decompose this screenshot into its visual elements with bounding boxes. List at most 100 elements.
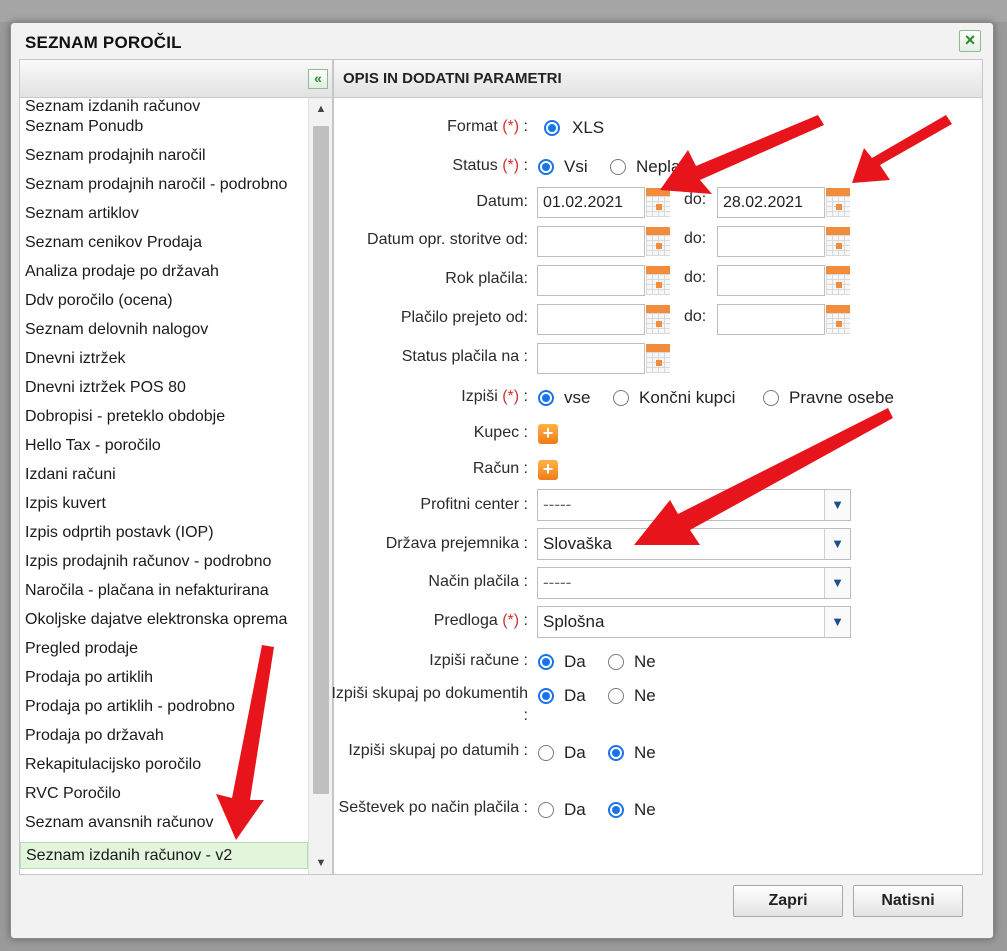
- status-neplacani-radio[interactable]: [610, 159, 626, 175]
- report-item[interactable]: Seznam izdanih računov: [20, 98, 308, 117]
- report-item[interactable]: Seznam cenikov Prodaja: [20, 233, 308, 262]
- skupaj-dokumentih-da-radio[interactable]: [538, 688, 554, 704]
- close-button[interactable]: Zapri: [733, 885, 843, 917]
- placilo-prejeto-label: Plačilo prejeto od:: [400, 309, 528, 326]
- placilo-prejeto-from-input[interactable]: [537, 304, 645, 335]
- chevron-down-icon[interactable]: ▼: [824, 607, 850, 637]
- report-list: Seznam izdanih računov Seznam Ponudb Sezna…: [20, 98, 308, 874]
- report-item[interactable]: Analiza prodaje po državah: [20, 262, 308, 291]
- format-xls-label: XLS: [572, 118, 605, 137]
- chevron-down-icon[interactable]: ▼: [824, 490, 850, 520]
- skupaj-dokumentih-ne-radio[interactable]: [608, 688, 624, 704]
- report-item[interactable]: Izpis kuvert: [20, 494, 308, 523]
- datum-opr-to-input[interactable]: [717, 226, 825, 257]
- izpisi-koncni-kupci-label: Končni kupci: [639, 388, 736, 407]
- report-item[interactable]: Hello Tax - poročilo: [20, 436, 308, 465]
- status-vsi-label: Vsi: [564, 157, 588, 176]
- drzava-prejemnika-label: Država prejemnika :: [385, 535, 528, 552]
- report-item[interactable]: Seznam artiklov: [20, 204, 308, 233]
- calendar-icon[interactable]: [825, 265, 851, 296]
- izpisi-pravne-osebe-radio[interactable]: [763, 390, 779, 406]
- report-item[interactable]: Izpis prodajnih računov - podrobno: [20, 552, 308, 581]
- datum-opr-from-input[interactable]: [537, 226, 645, 257]
- report-list-panel: « Seznam izdanih računov Seznam Ponudb Sez…: [19, 59, 333, 875]
- datum-opr-do-label: do:: [684, 230, 707, 247]
- report-item-selected[interactable]: Seznam izdanih računov - v2: [20, 842, 308, 869]
- status-label: Status (*) :: [452, 157, 528, 174]
- report-item[interactable]: Seznam Ponudb: [20, 117, 308, 146]
- sestevek-ne-radio[interactable]: [608, 802, 624, 818]
- placilo-prejeto-do-label: do:: [684, 308, 707, 325]
- calendar-icon[interactable]: [645, 304, 671, 335]
- status-vsi-radio[interactable]: [538, 159, 554, 175]
- scroll-up-icon[interactable]: ▲: [309, 98, 333, 120]
- drzava-prejemnika-value: Slovaška: [543, 534, 612, 553]
- calendar-icon[interactable]: [645, 343, 671, 374]
- report-item[interactable]: Dnevni iztržek: [20, 349, 308, 378]
- report-item[interactable]: Rekapitulacijsko poročilo: [20, 755, 308, 784]
- report-item[interactable]: Okoljske dajatve elektronska oprema: [20, 610, 308, 639]
- report-item[interactable]: Prodaja po artiklih: [20, 668, 308, 697]
- close-icon[interactable]: ×: [959, 30, 981, 52]
- placilo-prejeto-to-input[interactable]: [717, 304, 825, 335]
- calendar-icon[interactable]: [825, 304, 851, 335]
- calendar-icon[interactable]: [645, 187, 671, 218]
- scroll-down-icon[interactable]: ▼: [309, 852, 333, 874]
- format-label: Format (*) :: [447, 118, 528, 135]
- predloga-select[interactable]: Splošna ▼: [537, 606, 851, 638]
- izpisi-koncni-kupci-radio[interactable]: [613, 390, 629, 406]
- sestevek-ne-label: Ne: [634, 800, 656, 819]
- calendar-icon[interactable]: [645, 226, 671, 257]
- datum-from-input[interactable]: 01.02.2021: [537, 187, 645, 218]
- chevron-down-icon[interactable]: ▼: [824, 529, 850, 559]
- rok-placila-from-input[interactable]: [537, 265, 645, 296]
- parameters-panel: OPIS IN DODATNI PARAMETRI Format (*) : X…: [331, 59, 983, 875]
- report-item[interactable]: RVC Poročilo: [20, 784, 308, 813]
- skupaj-datumih-da-label: Da: [564, 743, 586, 762]
- report-item[interactable]: Ddv poročilo (ocena): [20, 291, 308, 320]
- report-item[interactable]: Seznam prodajnih naročil - podrobno: [20, 175, 308, 204]
- format-xls-radio[interactable]: [544, 120, 560, 136]
- nacin-placila-select[interactable]: ----- ▼: [537, 567, 851, 599]
- izpisi-vse-radio[interactable]: [538, 390, 554, 406]
- calendar-icon[interactable]: [645, 265, 671, 296]
- collapse-panel-icon[interactable]: «: [308, 69, 328, 89]
- rok-placila-to-input[interactable]: [717, 265, 825, 296]
- drzava-prejemnika-select[interactable]: Slovaška ▼: [537, 528, 851, 560]
- calendar-icon[interactable]: [825, 187, 851, 218]
- nacin-placila-value: -----: [543, 573, 572, 592]
- report-item[interactable]: Naročila - plačana in nefakturirana: [20, 581, 308, 610]
- chevron-down-icon[interactable]: ▼: [824, 568, 850, 598]
- izpisi-racune-label: Izpiši račune :: [429, 652, 528, 669]
- report-item[interactable]: Dnevni iztržek POS 80: [20, 378, 308, 407]
- report-item[interactable]: Izdani računi: [20, 465, 308, 494]
- status-placila-input[interactable]: [537, 343, 645, 374]
- print-button[interactable]: Natisni: [853, 885, 963, 917]
- izpisi-racune-da-radio[interactable]: [538, 654, 554, 670]
- datum-opr-label: Datum opr. storitve od:: [367, 231, 528, 248]
- profitni-center-select[interactable]: ----- ▼: [537, 489, 851, 521]
- skupaj-datumih-ne-radio[interactable]: [608, 745, 624, 761]
- sestevek-da-radio[interactable]: [538, 802, 554, 818]
- scroll-thumb[interactable]: [313, 126, 329, 794]
- calendar-icon[interactable]: [825, 226, 851, 257]
- izpisi-racune-ne-label: Ne: [634, 652, 656, 671]
- report-item[interactable]: Seznam delovnih nalogov: [20, 320, 308, 349]
- datum-to-input[interactable]: 28.02.2021: [717, 187, 825, 218]
- predloga-label: Predloga (*) :: [433, 612, 528, 629]
- report-item[interactable]: Pregled prodaje: [20, 639, 308, 668]
- skupaj-datumih-ne-label: Ne: [634, 743, 656, 762]
- report-item[interactable]: Izpis odprtih postavk (IOP): [20, 523, 308, 552]
- izpisi-vse-label: vse: [564, 388, 591, 407]
- add-racun-icon[interactable]: +: [538, 460, 558, 480]
- report-item[interactable]: Prodaja po državah: [20, 726, 308, 755]
- report-item[interactable]: Dobropisi - preteklo obdobje: [20, 407, 308, 436]
- skupaj-datumih-da-radio[interactable]: [538, 745, 554, 761]
- add-kupec-icon[interactable]: +: [538, 424, 558, 444]
- izpisi-racune-ne-radio[interactable]: [608, 654, 624, 670]
- report-item[interactable]: Prodaja po artiklih - podrobno: [20, 697, 308, 726]
- report-item[interactable]: Seznam avansnih računov: [20, 813, 308, 842]
- datum-label: Datum:: [476, 193, 528, 210]
- skupaj-dokumentih-ne-label: Ne: [634, 686, 656, 705]
- report-item[interactable]: Seznam prodajnih naročil: [20, 146, 308, 175]
